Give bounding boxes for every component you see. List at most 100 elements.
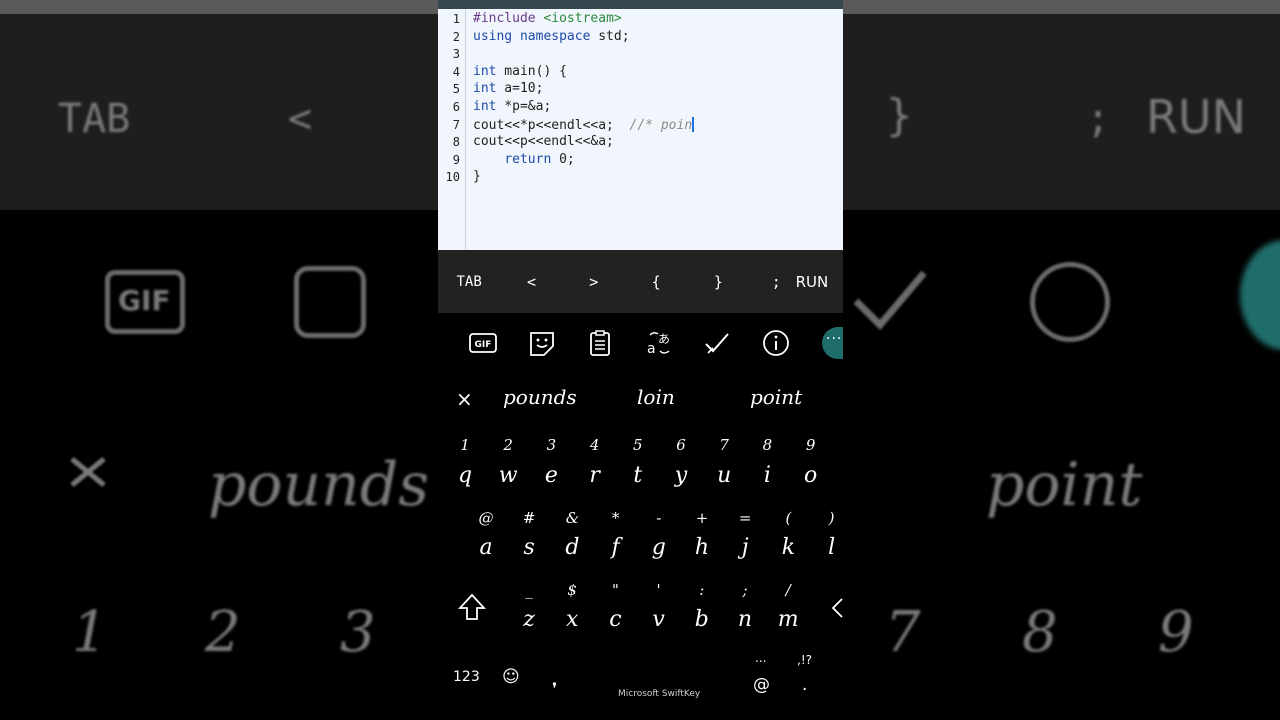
translate-icon[interactable]: a あ [644, 329, 674, 357]
tab-key-button[interactable]: TAB [438, 274, 500, 290]
punctuation-hint: ,!? [797, 653, 812, 667]
comma-key[interactable]: ❜ [552, 679, 557, 698]
key-alt-label: 1 [460, 436, 470, 454]
code-toolbar: TAB < > { } ; RUN [438, 250, 843, 313]
key-alt-label: ( [785, 509, 792, 527]
key-g[interactable]: g [641, 535, 677, 560]
code-line[interactable]: #include <iostream> [473, 11, 622, 26]
svg-text:GIF: GIF [475, 340, 492, 350]
key-f[interactable]: f [598, 535, 634, 560]
emoji-key[interactable]: ☺ [502, 667, 520, 687]
code-token: main() { [496, 63, 567, 79]
key-x[interactable]: x [554, 607, 590, 632]
code-line[interactable]: } [473, 169, 481, 184]
code-token: <iostream> [543, 11, 622, 26]
code-token: cout<<p<<endl<<&a; [473, 134, 614, 150]
code-token: return [504, 151, 552, 167]
key-n[interactable]: n [727, 607, 763, 632]
key-d[interactable]: d [554, 535, 590, 560]
key-w[interactable]: w [490, 463, 526, 488]
code-line[interactable]: cout<<p<<endl<<&a; [473, 134, 614, 149]
line-number: 10 [445, 170, 460, 185]
line-number: 1 [452, 12, 460, 26]
key-alt-label: # [522, 509, 536, 527]
less-than-button[interactable]: < [500, 273, 562, 291]
close-suggestions-icon[interactable]: × [456, 387, 473, 411]
key-t[interactable]: t [620, 463, 656, 488]
code-line[interactable]: int a=10; [473, 81, 543, 96]
bg-n9: 9 [1158, 600, 1194, 665]
gif-icon[interactable]: GIF [468, 329, 498, 357]
check-icon[interactable] [702, 329, 732, 357]
code-token: 0; [551, 151, 575, 167]
key-alt-label: = [738, 509, 752, 527]
bg-rbrace-text: } [886, 90, 913, 141]
left-brace-button[interactable]: { [625, 273, 687, 291]
key-alt-label: - [656, 509, 662, 527]
code-line[interactable]: cout<<*p<<endl<<a; //* poin [473, 116, 695, 133]
shift-key-icon[interactable] [458, 592, 486, 622]
key-b[interactable]: b [684, 607, 720, 632]
code-token: *p=&a; [496, 99, 552, 114]
key-s[interactable]: s [511, 535, 547, 560]
key-alt-label: 4 [589, 436, 600, 454]
right-brace-button[interactable]: } [687, 273, 749, 291]
key-u[interactable]: u [706, 463, 742, 488]
key-o[interactable]: o [793, 463, 829, 488]
text-caret [692, 116, 695, 132]
code-line[interactable]: int main() { [473, 64, 567, 79]
code-token: std; [590, 28, 630, 44]
suggestion-right[interactable]: point [750, 385, 802, 409]
greater-than-button[interactable]: > [563, 273, 625, 291]
key-m[interactable]: m [770, 607, 806, 632]
key-alt-label: : [699, 581, 705, 599]
semicolon-button[interactable]: ; [750, 273, 781, 291]
bg-teal-blob [1240, 240, 1280, 350]
numbers-key[interactable]: 123 [453, 669, 480, 685]
sticker-icon[interactable] [527, 329, 557, 357]
key-h[interactable]: h [684, 535, 720, 560]
key-alt-label: / [785, 581, 791, 599]
code-line[interactable]: return 0; [473, 151, 575, 167]
key-i[interactable]: i [749, 463, 785, 488]
more-icon[interactable]: ··· [822, 327, 843, 359]
backspace-key-icon[interactable] [830, 597, 843, 619]
key-alt-label: " [611, 581, 619, 599]
key-alt-label: ; [742, 581, 748, 599]
svg-text:a: a [647, 341, 656, 357]
bg-info-icon [1030, 262, 1110, 342]
key-k[interactable]: k [770, 535, 806, 560]
key-l[interactable]: l [814, 535, 843, 560]
code-token: int [473, 99, 497, 114]
key-z[interactable]: z [511, 607, 547, 632]
bg-lt-text: < [288, 96, 313, 142]
code-line[interactable]: using namespace std; [473, 29, 630, 44]
key-alt-label: 5 [633, 436, 643, 454]
run-button[interactable]: RUN [781, 273, 843, 291]
key-e[interactable]: e [533, 463, 569, 488]
clipboard-icon[interactable] [585, 329, 615, 357]
at-key[interactable]: @ [753, 675, 770, 695]
key-alt-label: $ [567, 581, 577, 599]
code-editor[interactable]: 1 2 3 4 5 6 7 8 9 10 #include <iostream> using nam… [438, 9, 843, 250]
swiftkey-brand-label[interactable]: Microsoft SwiftKey [618, 689, 700, 699]
bg-point-text: point [986, 450, 1143, 520]
key-a[interactable]: a [468, 535, 504, 560]
line-number: 2 [452, 29, 460, 44]
suggestion-left[interactable]: pounds [503, 385, 577, 409]
key-alt-label: @ [478, 509, 494, 527]
key-y[interactable]: y [663, 463, 699, 488]
key-q[interactable]: q [447, 463, 483, 488]
phone-screen: 1 2 3 4 5 6 7 8 9 10 #include <iostream> using nam… [438, 0, 843, 720]
period-key[interactable]: . [802, 675, 807, 695]
key-j[interactable]: j [727, 535, 763, 560]
ellipsis-hint: ... [755, 651, 767, 665]
suggestion-center[interactable]: loin [637, 385, 675, 409]
key-r[interactable]: r [577, 463, 613, 488]
key-c[interactable]: c [597, 607, 633, 632]
info-icon[interactable] [761, 329, 791, 357]
code-line[interactable]: int *p=&a; [473, 99, 551, 114]
code-token: //* poin [629, 117, 693, 133]
key-v[interactable]: v [641, 607, 677, 632]
line-gutter: 1 2 3 4 5 6 7 8 9 10 [438, 9, 466, 250]
